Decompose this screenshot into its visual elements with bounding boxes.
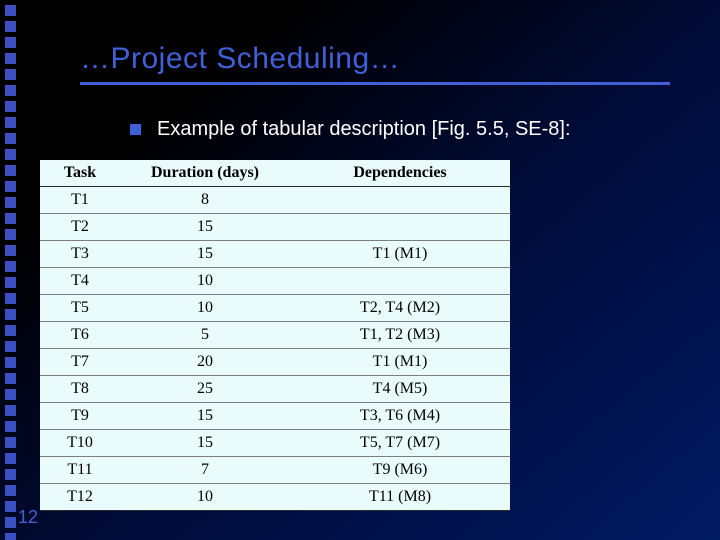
cell-duration: 20 — [120, 349, 290, 376]
schedule-table: Task Duration (days) Dependencies T18T21… — [40, 160, 510, 511]
side-square-icon — [5, 309, 16, 320]
cell-deps — [290, 187, 510, 214]
cell-deps: T2, T4 (M2) — [290, 295, 510, 322]
side-square-icon — [5, 229, 16, 240]
cell-task: T1 — [40, 187, 120, 214]
cell-duration: 15 — [120, 214, 290, 241]
cell-task: T8 — [40, 376, 120, 403]
side-square-icon — [5, 373, 16, 384]
cell-duration: 8 — [120, 187, 290, 214]
cell-task: T10 — [40, 430, 120, 457]
table-header-row: Task Duration (days) Dependencies — [40, 160, 510, 187]
col-task-header: Task — [40, 160, 120, 187]
cell-task: T9 — [40, 403, 120, 430]
schedule-table-container: Task Duration (days) Dependencies T18T21… — [40, 160, 510, 511]
table-row: T117T9 (M6) — [40, 457, 510, 484]
side-square-icon — [5, 389, 16, 400]
cell-duration: 15 — [120, 430, 290, 457]
table-row: T1015T5, T7 (M7) — [40, 430, 510, 457]
table-row: T315T1 (M1) — [40, 241, 510, 268]
side-square-icon — [5, 21, 16, 32]
table-row: T825T4 (M5) — [40, 376, 510, 403]
side-square-icon — [5, 117, 16, 128]
side-square-icon — [5, 469, 16, 480]
title-block: …Project Scheduling… — [80, 42, 680, 85]
table-row: T915T3, T6 (M4) — [40, 403, 510, 430]
slide: …Project Scheduling… Example of tabular … — [0, 0, 720, 540]
side-square-icon — [5, 485, 16, 496]
bullet-icon — [130, 124, 141, 135]
cell-task: T3 — [40, 241, 120, 268]
cell-task: T2 — [40, 214, 120, 241]
cell-deps: T11 (M8) — [290, 484, 510, 511]
cell-deps: T1 (M1) — [290, 349, 510, 376]
col-deps-header: Dependencies — [290, 160, 510, 187]
table-row: T215 — [40, 214, 510, 241]
side-square-icon — [5, 453, 16, 464]
cell-deps: T1, T2 (M3) — [290, 322, 510, 349]
table-body: T18T215T315T1 (M1)T410T510T2, T4 (M2)T65… — [40, 187, 510, 511]
side-square-icon — [5, 501, 16, 512]
cell-deps — [290, 268, 510, 295]
cell-deps: T9 (M6) — [290, 457, 510, 484]
side-square-icon — [5, 245, 16, 256]
side-square-icon — [5, 101, 16, 112]
cell-duration: 10 — [120, 268, 290, 295]
table-row: T18 — [40, 187, 510, 214]
cell-duration: 10 — [120, 484, 290, 511]
side-square-icon — [5, 149, 16, 160]
bullet-text: Example of tabular description [Fig. 5.5… — [157, 118, 571, 141]
cell-duration: 15 — [120, 403, 290, 430]
side-square-icon — [5, 421, 16, 432]
side-square-icon — [5, 533, 16, 540]
side-square-icon — [5, 261, 16, 272]
side-square-icon — [5, 85, 16, 96]
side-square-icon — [5, 5, 16, 16]
slide-title: …Project Scheduling… — [80, 42, 680, 76]
side-square-icon — [5, 133, 16, 144]
side-square-icon — [5, 437, 16, 448]
table-row: T65T1, T2 (M3) — [40, 322, 510, 349]
side-square-icon — [5, 357, 16, 368]
table-row: T720T1 (M1) — [40, 349, 510, 376]
cell-deps: T3, T6 (M4) — [290, 403, 510, 430]
cell-deps: T4 (M5) — [290, 376, 510, 403]
cell-duration: 10 — [120, 295, 290, 322]
side-square-icon — [5, 405, 16, 416]
side-decor-squares — [0, 0, 30, 540]
table-row: T510T2, T4 (M2) — [40, 295, 510, 322]
side-square-icon — [5, 277, 16, 288]
table-row: T1210T11 (M8) — [40, 484, 510, 511]
page-number: 12 — [18, 507, 38, 528]
bullet-row: Example of tabular description [Fig. 5.5… — [130, 118, 571, 141]
side-square-icon — [5, 37, 16, 48]
side-square-icon — [5, 341, 16, 352]
cell-deps: T5, T7 (M7) — [290, 430, 510, 457]
cell-task: T7 — [40, 349, 120, 376]
cell-duration: 7 — [120, 457, 290, 484]
side-square-icon — [5, 69, 16, 80]
cell-task: T4 — [40, 268, 120, 295]
side-square-icon — [5, 53, 16, 64]
cell-task: T5 — [40, 295, 120, 322]
cell-task: T11 — [40, 457, 120, 484]
cell-deps: T1 (M1) — [290, 241, 510, 268]
cell-duration: 15 — [120, 241, 290, 268]
cell-task: T6 — [40, 322, 120, 349]
side-square-icon — [5, 325, 16, 336]
title-underline — [80, 82, 670, 85]
side-square-icon — [5, 181, 16, 192]
side-square-icon — [5, 517, 16, 528]
cell-duration: 25 — [120, 376, 290, 403]
side-square-icon — [5, 197, 16, 208]
side-square-icon — [5, 165, 16, 176]
cell-task: T12 — [40, 484, 120, 511]
cell-deps — [290, 214, 510, 241]
side-square-icon — [5, 293, 16, 304]
table-row: T410 — [40, 268, 510, 295]
col-duration-header: Duration (days) — [120, 160, 290, 187]
cell-duration: 5 — [120, 322, 290, 349]
side-square-icon — [5, 213, 16, 224]
